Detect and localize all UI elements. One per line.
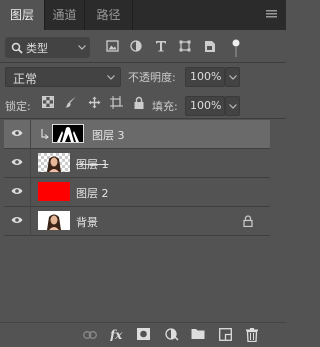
- adjustment-layer-icon[interactable]: [165, 328, 179, 342]
- new-layer-icon[interactable]: [219, 328, 232, 341]
- fill-value: 100%: [190, 99, 222, 112]
- layers-list: 图层 3 图层 1 图层 2 背景: [4, 120, 270, 320]
- eye-icon: [11, 129, 23, 137]
- blend-mode-value: 正常: [13, 72, 38, 86]
- layer-thumbnail: [38, 211, 70, 230]
- layer-thumbnail: [38, 153, 70, 172]
- eye-icon: [11, 158, 23, 166]
- svg-text:fx: fx: [110, 328, 123, 341]
- filter-toggle-icon[interactable]: [232, 39, 240, 57]
- link-layers-icon[interactable]: [83, 331, 97, 339]
- layer-name[interactable]: 图层 2: [76, 185, 109, 201]
- lock-label: 锁定:: [5, 100, 31, 113]
- layer-style-fx-icon[interactable]: fx: [110, 328, 125, 341]
- lock-image-pixels-icon[interactable]: [65, 96, 77, 108]
- divider: [0, 62, 286, 63]
- blend-mode-select[interactable]: 正常: [5, 67, 121, 87]
- fill-label: 填充:: [152, 100, 178, 113]
- tab-channels[interactable]: 通道: [45, 0, 85, 30]
- tab-paths[interactable]: 路径: [85, 0, 133, 30]
- layers-scrollbar[interactable]: [272, 120, 282, 320]
- panel-tab-bar: 图层 通道 路径: [0, 0, 286, 30]
- lock-artboard-icon[interactable]: [110, 96, 123, 109]
- opacity-label: 不透明度:: [128, 71, 176, 84]
- divider: [0, 118, 286, 119]
- visibility-toggle[interactable]: [4, 149, 31, 178]
- layer-row[interactable]: 图层 3: [4, 120, 270, 149]
- layer-row[interactable]: 图层 2: [4, 178, 270, 207]
- layer-name[interactable]: 图层 1: [76, 156, 109, 172]
- panel-menu-icon[interactable]: [266, 10, 277, 18]
- layer-lock-icon: [243, 215, 253, 227]
- layer-thumbnail: [52, 124, 84, 143]
- opacity-slider-button[interactable]: [225, 67, 240, 87]
- new-group-icon[interactable]: [191, 328, 205, 340]
- image-filter-icon[interactable]: [106, 40, 119, 52]
- delete-layer-icon[interactable]: [246, 328, 258, 342]
- chevron-down-icon: [78, 45, 86, 50]
- layer-row[interactable]: 背景: [4, 207, 270, 236]
- layer-thumbnail: [38, 182, 70, 201]
- bottom-toolbar: fx: [0, 322, 286, 347]
- add-mask-icon[interactable]: [137, 328, 150, 340]
- opacity-input[interactable]: 100%: [185, 67, 225, 87]
- adjustment-filter-icon[interactable]: [130, 40, 142, 52]
- eye-icon: [11, 216, 23, 224]
- shape-filter-icon[interactable]: [179, 40, 191, 52]
- type-filter-icon[interactable]: [155, 40, 167, 52]
- clipping-mask-arrow-icon: [41, 129, 49, 139]
- layer-name[interactable]: 背景: [76, 214, 98, 230]
- layer-name[interactable]: 图层 3: [92, 127, 125, 143]
- search-icon: [11, 42, 23, 54]
- visibility-toggle[interactable]: [4, 120, 31, 149]
- fill-slider-button[interactable]: [225, 96, 240, 116]
- tab-layers[interactable]: 图层: [0, 0, 45, 30]
- visibility-toggle[interactable]: [4, 207, 31, 236]
- lock-transparent-pixels-icon[interactable]: [42, 96, 54, 108]
- visibility-toggle[interactable]: [4, 178, 31, 207]
- fill-input[interactable]: 100%: [185, 96, 225, 116]
- layer-row[interactable]: 图层 1: [4, 149, 270, 178]
- eye-icon: [11, 187, 23, 195]
- lock-position-icon[interactable]: [88, 96, 101, 109]
- smart-object-filter-icon[interactable]: [204, 40, 216, 53]
- lock-all-icon[interactable]: [134, 96, 144, 109]
- opacity-value: 100%: [190, 70, 222, 83]
- layer-filter-kind-select[interactable]: 类型: [5, 37, 90, 58]
- filter-kind-label: 类型: [26, 42, 48, 55]
- chevron-down-icon: [107, 75, 115, 80]
